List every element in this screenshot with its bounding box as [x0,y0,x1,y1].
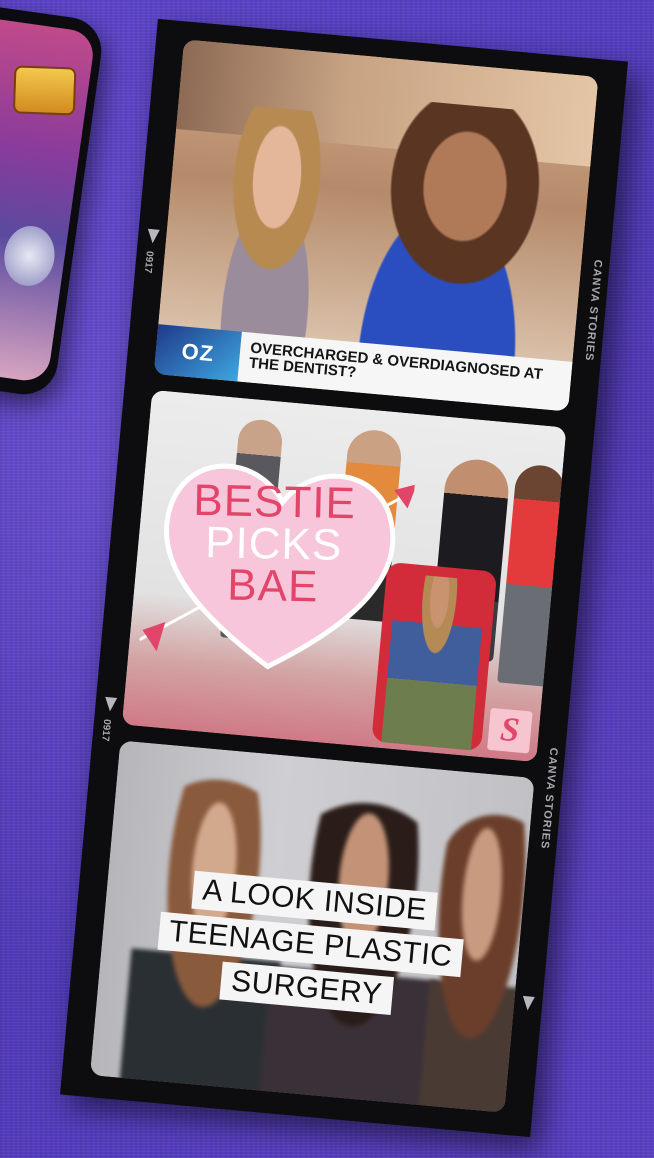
show-logo: OZ [153,324,242,382]
phone-device [0,1,106,399]
sprocket-marker [146,228,160,244]
sprocket-marker [103,696,118,712]
phone-screen [0,14,97,384]
heart-graphic: BESTIE PICKS BAE [137,431,418,694]
video-thumbnail-surgery[interactable]: A LOOK INSIDE TEENAGE PLASTIC SURGERY [89,740,535,1113]
phone-screen-image [0,222,59,290]
edge-brand-label: CANVA STORIES [582,259,604,362]
frame-number-label: 0917 [141,250,155,274]
film-strip: 0917 CANVA STORIES 0917 CANVA STORIES OZ… [60,18,628,1138]
video-thumbnail-dentist[interactable]: OZ OVERCHARGED & OVERDIAGNOSED AT THE DE… [153,39,599,412]
heart-title: BESTIE PICKS BAE [167,476,380,612]
frame-number-label: 0917 [99,718,113,742]
game-sign-image [12,65,77,116]
video-thumbnail-bestie[interactable]: BESTIE PICKS BAE S [121,389,567,763]
heart-line-3: BAE [226,560,319,612]
channel-logo: S [487,707,533,754]
sprocket-marker [521,995,535,1011]
edge-brand-label: CANVA STORIES [538,747,560,850]
